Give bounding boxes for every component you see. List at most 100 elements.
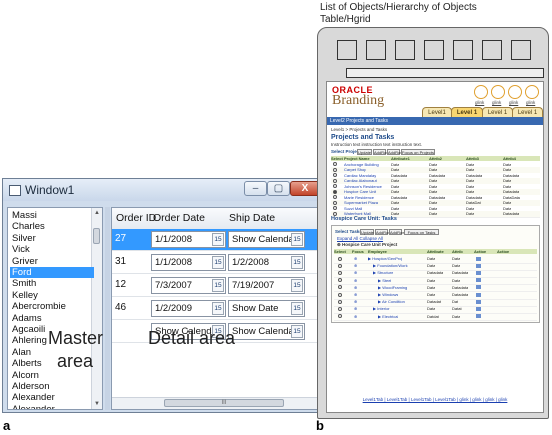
row-radio-button[interactable]: [338, 306, 342, 311]
order-date-picker[interactable]: 1/2/2009 15: [151, 300, 226, 317]
grid-horizontal-scrollbar[interactable]: III: [112, 397, 319, 409]
scroll-thumb[interactable]: [93, 228, 100, 244]
focus-icon[interactable]: ⊕: [354, 263, 357, 268]
row-radio-button[interactable]: [338, 285, 342, 290]
project-name-link[interactable]: Supermarket Plaza: [344, 200, 378, 205]
global-link-2[interactable]: glink: [492, 100, 501, 105]
row-radio-button[interactable]: [338, 299, 342, 304]
table-row[interactable]: 12 7/3/2007 15 7/19/2007 15: [112, 275, 319, 297]
list-item[interactable]: Abercrombie: [10, 301, 94, 312]
list-item[interactable]: Massi: [10, 210, 94, 221]
project-name-link[interactable]: Hospice Care Unit: [344, 189, 376, 194]
list-item[interactable]: Adams: [10, 313, 94, 324]
folder-icon[interactable]: [476, 299, 481, 304]
projects-table-column-header[interactable]: Project Name: [344, 156, 370, 161]
calendar-icon[interactable]: 15: [212, 256, 224, 269]
project-name-link[interactable]: Cardiac Mandalay: [344, 173, 376, 178]
list-item[interactable]: Kelley: [10, 290, 94, 301]
focus-icon[interactable]: ⊕: [354, 292, 357, 297]
tasks-table-column-header[interactable]: Action: [497, 249, 509, 254]
tasks-table-column-header[interactable]: Action: [474, 249, 486, 254]
expand-collapse-links[interactable]: Expand All Collapse All: [337, 236, 383, 241]
tasks-table-column-header[interactable]: Select: [334, 249, 346, 254]
folder-icon[interactable]: [476, 306, 481, 311]
window-titlebar[interactable]: Window1 – ▢ X: [3, 179, 322, 201]
list-item[interactable]: Griver: [10, 256, 94, 267]
folder-icon[interactable]: [476, 263, 481, 268]
calendar-icon[interactable]: 15: [291, 302, 303, 315]
tab-level1-1[interactable]: Level1: [422, 107, 452, 117]
task-name-link[interactable]: ▶ Windows: [378, 292, 398, 297]
table2-button[interactable]: AddRow: [375, 229, 391, 235]
hgrid-root-node[interactable]: ⊕ Hospice Care Unit Project: [337, 242, 397, 248]
task-name-link[interactable]: ▶ Interior: [373, 306, 390, 311]
column-header-order-date[interactable]: Order Date: [153, 212, 205, 224]
grid-splitter[interactable]: [105, 207, 110, 410]
hscroll-thumb[interactable]: III: [164, 399, 284, 407]
ship-date-picker[interactable]: Show Calendar 15: [228, 231, 305, 248]
order-date-picker[interactable]: 1/1/2008 15: [151, 254, 226, 271]
tab-level1-2[interactable]: Level 1: [451, 107, 483, 117]
row-radio-button[interactable]: [338, 278, 342, 283]
close-button[interactable]: X: [290, 181, 320, 196]
table-row[interactable]: 27 1/1/2008 15 Show Calendar 15: [112, 229, 319, 251]
ship-date-picker[interactable]: 1/2/2008 15: [228, 254, 305, 271]
row-radio-button[interactable]: [333, 195, 337, 199]
calendar-icon[interactable]: 15: [291, 325, 303, 338]
calendar-icon[interactable]: 15: [291, 256, 303, 269]
minimize-button[interactable]: –: [244, 181, 267, 196]
folder-icon[interactable]: [476, 292, 481, 297]
global-link-3[interactable]: glink: [509, 100, 518, 105]
row-radio-button[interactable]: [338, 270, 342, 275]
task-name-link[interactable]: ▶ Structure: [373, 270, 393, 275]
task-name-link[interactable]: ▶ WoodFraming: [378, 285, 407, 290]
column-header-ship-date[interactable]: Ship Date: [229, 212, 275, 224]
project-name-link[interactable]: Suzzi Mall: [344, 206, 362, 211]
calendar-icon[interactable]: 15: [212, 279, 224, 292]
ship-date-picker[interactable]: Show Date 15: [228, 300, 305, 317]
focus-icon[interactable]: ⊕: [354, 256, 357, 261]
global-icon-1[interactable]: [474, 85, 488, 99]
row-radio-button[interactable]: [333, 178, 337, 183]
row-radio-button[interactable]: [338, 256, 342, 261]
focus-icon[interactable]: ⊕: [354, 314, 357, 319]
list-item[interactable]: Alderson: [10, 381, 94, 392]
row-radio-button[interactable]: [333, 211, 337, 216]
row-radio-button[interactable]: [333, 206, 337, 210]
row-radio-button[interactable]: [338, 263, 342, 268]
global-link-1[interactable]: glink: [475, 100, 484, 105]
table2-button[interactable]: AddRow: [389, 229, 405, 235]
order-date-picker[interactable]: 1/1/2008 15: [151, 231, 226, 248]
list-item[interactable]: Vick: [10, 244, 94, 255]
maximize-button[interactable]: ▢: [267, 181, 290, 196]
task-name-link[interactable]: ▶ Foundation/Work: [373, 263, 408, 268]
calendar-icon[interactable]: 15: [291, 233, 303, 246]
ship-date-picker[interactable]: Show Calendar 15: [228, 323, 305, 340]
tab-level1-4[interactable]: Level 1: [512, 107, 543, 117]
folder-icon[interactable]: [476, 314, 481, 319]
projects-table-column-header[interactable]: Attrib4: [503, 156, 516, 161]
list-item[interactable]: Charles: [10, 221, 94, 232]
row-radio-button[interactable]: [338, 292, 342, 297]
table-row[interactable]: ⊕ ▶ Electrical Datdat Data: [334, 314, 537, 322]
list-item[interactable]: Alexander: [10, 392, 94, 403]
project-name-link[interactable]: Johnson's Residence: [344, 184, 382, 189]
table-row[interactable]: 31 1/1/2008 15 1/2/2008 15: [112, 252, 319, 274]
tasks-table-column-header[interactable]: Attrib: [452, 249, 463, 254]
focus-icon[interactable]: ⊕: [354, 278, 357, 283]
focus-icon[interactable]: ⊕: [354, 299, 357, 304]
task-name-link[interactable]: ▶ Steel: [378, 278, 391, 283]
list-item[interactable]: Alexander: [10, 404, 94, 409]
tab-level1-3[interactable]: Level 1: [482, 107, 513, 117]
global-icon-2[interactable]: [491, 85, 505, 99]
folder-icon[interactable]: [476, 278, 481, 283]
breadcrumb[interactable]: Level1 > Projects and Tasks: [331, 127, 387, 132]
table2-button[interactable]: Update: [360, 229, 374, 235]
order-date-picker[interactable]: 7/3/2007 15: [151, 277, 226, 294]
task-name-link[interactable]: ▶ Air Condition: [378, 299, 405, 304]
row-radio-button[interactable]: [333, 189, 337, 194]
folder-icon[interactable]: [476, 285, 481, 290]
folder-icon[interactable]: [476, 256, 481, 261]
calendar-icon[interactable]: 15: [212, 302, 224, 315]
focus-icon[interactable]: ⊕: [354, 306, 357, 311]
